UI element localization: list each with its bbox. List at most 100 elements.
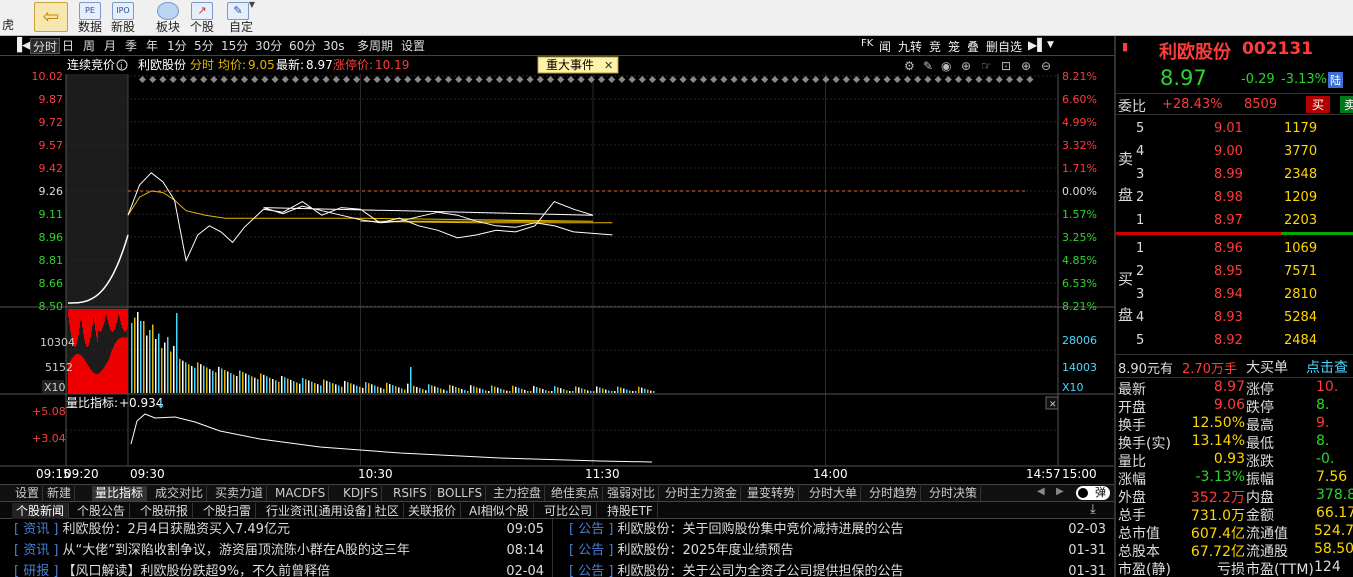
dropdown-caret-icon[interactable]: ▼ xyxy=(249,0,255,9)
news-tab-8[interactable]: 可比公司 xyxy=(540,503,598,519)
sidebar-toggle-icon[interactable]: ▐◀ xyxy=(12,38,32,53)
news-category[interactable]: [ 资讯 ] xyxy=(14,522,58,537)
indicator-tab-6[interactable]: KDJFS xyxy=(340,486,382,501)
chevron-down-icon[interactable]: ▼ xyxy=(1047,40,1054,50)
zoom-out-icon[interactable]: ⊖ xyxy=(1041,59,1051,73)
news-category-label[interactable]: 公告 xyxy=(578,522,604,537)
news-category-label[interactable]: 研报 xyxy=(23,564,49,577)
bid-row[interactable]: 3 8.94 2810 xyxy=(1116,284,1353,307)
buy-button[interactable]: 买 xyxy=(1306,96,1331,113)
ask-row[interactable]: 2 8.98 1209 xyxy=(1116,187,1353,210)
news-category-label[interactable]: 公告 xyxy=(578,543,604,558)
toolbar-item-ipo[interactable]: IPO 新股 xyxy=(109,0,137,36)
period-tab-5[interactable]: 年 xyxy=(144,38,160,54)
tool-jiuzhuan[interactable]: 九转 xyxy=(898,38,922,55)
news-item[interactable]: [ 公告 ] 利欧股份：关于公司为全资子公司提供担保的公告 01-31 xyxy=(555,561,1114,577)
news-category-label[interactable]: 公告 xyxy=(578,564,604,577)
period-tab-2[interactable]: 周 xyxy=(81,38,97,54)
news-title[interactable]: 利欧股份：关于公司为全资子公司提供担保的公告 xyxy=(617,564,903,577)
news-tab-3[interactable]: 个股扫雷 xyxy=(199,503,257,519)
news-tab-1[interactable]: 个股公告 xyxy=(73,503,131,519)
ask-row[interactable]: 5 9.01 1179 xyxy=(1116,118,1353,141)
indicator-tab-9[interactable]: 主力控盘 xyxy=(490,486,546,501)
toolbar-item-stock[interactable]: ↗ 个股 xyxy=(188,0,216,36)
pen-icon[interactable]: ✎ xyxy=(923,59,933,73)
indicator-tab-16[interactable]: 分时决策 xyxy=(926,486,982,501)
news-item[interactable]: [ 研报 ] 【风口解读】利欧股份跌超9%，不久前曾释倍 02-04 xyxy=(0,561,552,577)
zoom-in-icon[interactable]: ⊕ xyxy=(1021,59,1031,73)
news-title[interactable]: 利欧股份：2月4日获融资买入7.49亿元 xyxy=(62,522,290,537)
news-category-label[interactable]: 资讯 xyxy=(23,543,49,558)
news-category-label[interactable]: 资讯 xyxy=(23,522,49,537)
big-order-row[interactable]: 8.90元有 2.70万手 大买单 点击查 xyxy=(1116,354,1353,378)
sell-button[interactable]: 卖 xyxy=(1340,96,1353,113)
toolbar-item-custom[interactable]: ✎ ▼ 自定 xyxy=(224,0,258,36)
news-tab-6[interactable]: 关联报价 xyxy=(404,503,462,519)
news-category[interactable]: [ 资讯 ] xyxy=(14,543,58,558)
indicator-tab-11[interactable]: 强弱对比 xyxy=(604,486,660,501)
period-tab-10[interactable]: 60分 xyxy=(287,38,318,54)
hand-icon[interactable]: ☞ xyxy=(981,59,992,73)
ask-row[interactable]: 4 9.00 3770 xyxy=(1116,141,1353,164)
indicator-tab-5[interactable]: MACDFS xyxy=(272,486,330,501)
period-tab-1[interactable]: 日 xyxy=(60,38,76,54)
back-button[interactable]: ⇦ xyxy=(32,0,70,36)
ask-row[interactable]: 3 8.99 2348 xyxy=(1116,164,1353,187)
tool-news[interactable]: 闻 xyxy=(879,38,891,55)
period-tab-9[interactable]: 30分 xyxy=(253,38,284,54)
toolbar-item-data[interactable]: PE 数据 xyxy=(76,0,104,36)
indicator-tab-1[interactable]: 新建 xyxy=(44,486,76,501)
period-tab-0[interactable]: 分时 xyxy=(30,38,61,54)
bid-row[interactable]: 2 8.95 7571 xyxy=(1116,261,1353,284)
tool-cage[interactable]: 笼 xyxy=(948,38,960,55)
scroll-left-icon[interactable]: ◀ xyxy=(1037,486,1045,497)
close-icon[interactable]: ✕ xyxy=(604,59,613,72)
gear-icon[interactable]: ⚙ xyxy=(904,59,915,73)
news-tab-2[interactable]: 个股研报 xyxy=(136,503,194,519)
toolbar-item-sector[interactable]: 板块 xyxy=(154,0,182,36)
news-category[interactable]: [ 公告 ] xyxy=(569,522,613,537)
period-tab-7[interactable]: 5分 xyxy=(192,38,216,54)
indicator-tab-0[interactable]: 设置 xyxy=(12,486,44,501)
news-tab-5[interactable]: 社区 xyxy=(371,503,405,519)
news-category[interactable]: [ 公告 ] xyxy=(569,543,613,558)
news-tab-9[interactable]: 持股ETF xyxy=(603,503,658,519)
period-tab-3[interactable]: 月 xyxy=(102,38,118,54)
intraday-chart-area[interactable]: 连续竞价 i 利欧股份 分时 均价: 9.05 最新: 8.97 涨停价: 10… xyxy=(0,56,1114,484)
period-tab-4[interactable]: 季 xyxy=(123,38,139,54)
indicator-tab-14[interactable]: 分时大单 xyxy=(806,486,862,501)
tool-delete-watchlist[interactable]: 删自选 xyxy=(986,38,1022,55)
bid-row[interactable]: 5 8.92 2484 xyxy=(1116,330,1353,353)
big-order-link[interactable]: 点击查 xyxy=(1306,357,1348,377)
vol-scale-right[interactable]: X10 xyxy=(1062,381,1084,394)
popup-toggle[interactable]: 弹 xyxy=(1076,486,1110,500)
indicator-tab-2[interactable]: 量比指标 xyxy=(92,486,148,501)
news-title[interactable]: 利欧股份：关于回购股份集中竞价减持进展的公告 xyxy=(617,522,903,537)
news-tab-7[interactable]: AI相似个股 xyxy=(465,503,534,519)
tool-fk[interactable]: FK xyxy=(861,38,873,49)
bid-row[interactable]: 4 8.93 5284 xyxy=(1116,307,1353,330)
news-tab-0[interactable]: 个股新闻 xyxy=(12,503,70,519)
indicator-tab-10[interactable]: 绝佳卖点 xyxy=(548,486,604,501)
bid-row[interactable]: 1 8.96 1069 xyxy=(1116,238,1353,261)
news-title[interactable]: 【风口解读】利欧股份跌超9%，不久前曾释倍 xyxy=(62,564,330,577)
pan-icon[interactable]: ⊕ xyxy=(961,59,971,73)
news-tab-4[interactable]: 行业资讯[通用设备] xyxy=(262,503,377,519)
indicator-tab-7[interactable]: RSIFS xyxy=(390,486,431,501)
indicator-tab-4[interactable]: 买卖力道 xyxy=(212,486,268,501)
indicator-tab-8[interactable]: BOLLFS xyxy=(434,486,487,501)
indicator-tab-3[interactable]: 成交对比 xyxy=(152,486,208,501)
toolbar-item-tiger[interactable]: 虎 xyxy=(0,0,16,36)
indicator-tab-13[interactable]: 量变转势 xyxy=(744,486,800,501)
indicator-tab-12[interactable]: 分时主力资金 xyxy=(662,486,742,501)
period-tab-8[interactable]: 15分 xyxy=(219,38,250,54)
download-icon[interactable]: ⤓ xyxy=(1090,502,1096,517)
eye-icon[interactable]: ◉ xyxy=(941,59,951,73)
next-stock-icon[interactable]: ▶▌ xyxy=(1028,38,1046,52)
period-tab-13[interactable]: 设置 xyxy=(399,38,427,54)
period-tab-6[interactable]: 1分 xyxy=(165,38,189,54)
news-category[interactable]: [ 研报 ] xyxy=(14,564,58,577)
news-item[interactable]: [ 公告 ] 利欧股份：2025年度业绩预告 01-31 xyxy=(555,540,1114,561)
tool-jing[interactable]: 竞 xyxy=(929,38,941,55)
lock-icon[interactable]: ⊡ xyxy=(1001,59,1011,73)
